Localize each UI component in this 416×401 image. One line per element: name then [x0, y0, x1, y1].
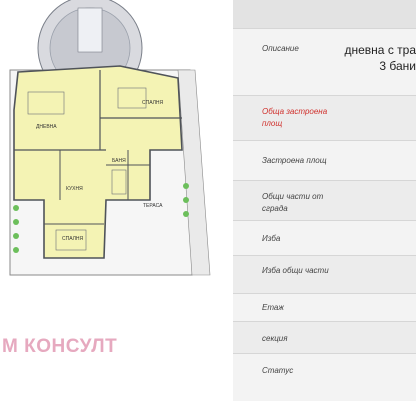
details-label: секция: [262, 333, 332, 345]
details-row-cellar-common: Изба общи части: [233, 255, 416, 294]
room-label: СПАЛНЯ: [142, 100, 164, 106]
property-details-table: Описание дневна с тра 3 бани Обща застро…: [233, 0, 416, 400]
details-label: Застроена площ: [262, 155, 332, 167]
room-label: ТЕРАСА: [143, 203, 163, 209]
room-label: ДНЕВНА: [36, 124, 57, 130]
details-label: Статус: [262, 365, 332, 377]
details-value: 3 бани: [379, 58, 416, 74]
details-row-floor: Етаж: [233, 293, 416, 322]
floor-plan-panel: ДНЕВНА СПАЛНЯ КУХНЯ ТЕРАСА БАНЯ СПАЛНЯ М…: [0, 0, 233, 400]
details-value: дневна с тра: [345, 42, 416, 58]
table-header: [233, 0, 416, 28]
brand-logo-text: М КОНСУЛТ: [2, 336, 117, 358]
details-label: Изба общи части: [262, 265, 332, 277]
room-label: КУХНЯ: [66, 186, 83, 192]
details-label: Етаж: [262, 302, 332, 314]
details-label: Изба: [262, 233, 332, 245]
room-label: БАНЯ: [112, 158, 126, 164]
details-label: Общи части от сграда: [262, 191, 332, 215]
details-label: Обща застроена площ: [262, 106, 332, 130]
details-row-common-parts: Общи части от сграда: [233, 180, 416, 221]
floor-plan-image: ДНЕВНА СПАЛНЯ КУХНЯ ТЕРАСА БАНЯ СПАЛНЯ: [0, 0, 233, 300]
details-row-description: Описание дневна с тра 3 бани: [233, 28, 416, 96]
details-row-status: Статус: [233, 353, 416, 401]
details-label: Описание: [262, 43, 332, 55]
room-label: СПАЛНЯ: [62, 236, 84, 242]
details-row-section: секция: [233, 321, 416, 354]
details-row-built-area: Застроена площ: [233, 140, 416, 181]
details-row-total-area: Обща застроена площ: [233, 95, 416, 141]
details-row-cellar: Изба: [233, 220, 416, 256]
